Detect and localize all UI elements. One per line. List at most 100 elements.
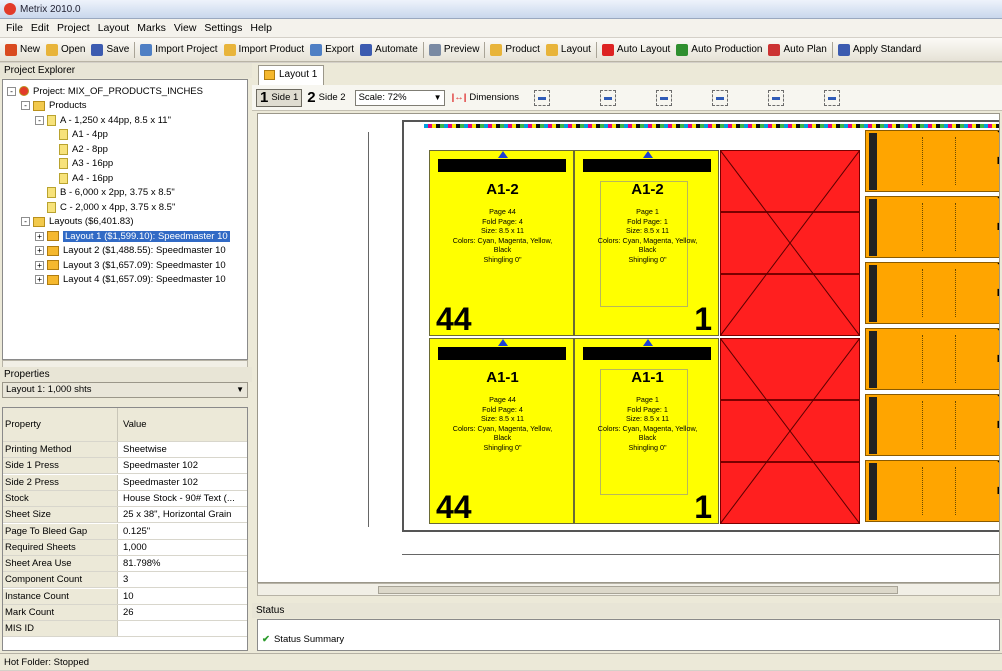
layout-button[interactable]: Layout — [543, 40, 594, 60]
expand-icon[interactable]: + — [35, 231, 44, 241]
page-imposition[interactable]: A1-2 Page 1 Fold Page: 1 Size: 8.5 x 11 C… — [574, 150, 719, 336]
menu-layout[interactable]: Layout — [94, 22, 134, 34]
property-row[interactable]: Sheet Size 25 x 38", Horizontal Grain — [3, 507, 247, 524]
tree-node[interactable]: - Layouts ($6,401.83) — [21, 215, 134, 229]
layout-canvas[interactable]: A1-2 Page 44 Fold Page: 4 Size: 8.5 x 11 … — [257, 113, 1000, 583]
menu-settings[interactable]: Settings — [200, 22, 246, 34]
properties-object-select[interactable]: Layout 1: 1,000 shts ▼ — [2, 382, 248, 398]
preview-button[interactable]: Preview — [426, 40, 483, 60]
auto-layout-button[interactable]: Auto Layout — [599, 40, 673, 60]
toolbar-separator — [595, 41, 597, 58]
auto-plan-button[interactable]: Auto Plan — [765, 40, 829, 60]
align-right-icon[interactable] — [824, 89, 841, 106]
dimensions-button[interactable]: |↔| Dimensions — [449, 89, 522, 107]
collapse-icon[interactable]: - — [21, 217, 30, 226]
tree-node[interactable]: + Layout 3 ($1,657.09): Speedmaster 10 — [35, 258, 226, 272]
property-row[interactable]: Component Count 3 — [3, 572, 247, 589]
toolbar-label: Open — [61, 44, 86, 55]
expand-icon[interactable]: + — [35, 275, 44, 284]
property-row[interactable]: Printing Method Sheetwise — [3, 442, 247, 458]
menu-view[interactable]: View — [170, 22, 201, 34]
side-2-number: 2 — [307, 89, 316, 106]
align-bottom-icon[interactable] — [656, 89, 673, 106]
page-front[interactable]: Front — [865, 394, 999, 456]
auto-production-button[interactable]: Auto Production — [673, 40, 765, 60]
import-product-button[interactable]: Import Product — [221, 40, 308, 60]
property-row[interactable]: Side 2 Press Speedmaster 102 — [3, 474, 247, 491]
import-project-button[interactable]: Import Project — [137, 40, 220, 60]
property-row[interactable]: Sheet Area Use 81.798% — [3, 556, 247, 573]
page-title: A1-2 — [631, 181, 664, 198]
align-center-icon[interactable] — [768, 89, 785, 106]
align-middle-icon[interactable] — [600, 89, 617, 106]
tree-node[interactable]: - Products — [21, 99, 87, 113]
page-imposition[interactable]: A1-1 Page 44 Fold Page: 4 Size: 8.5 x 11 … — [429, 338, 574, 524]
canvas-horizontal-scrollbar[interactable] — [257, 583, 1000, 596]
menu-help[interactable]: Help — [246, 22, 276, 34]
save-button[interactable]: Save — [88, 40, 132, 60]
property-row[interactable]: Stock House Stock - 90# Text (... — [3, 490, 247, 507]
side-1-button[interactable]: 1 Side 1 — [256, 88, 303, 107]
page-front[interactable]: Front — [865, 328, 999, 390]
tree-node[interactable]: A2 - 8pp — [59, 142, 108, 156]
page-front[interactable]: Front — [865, 262, 999, 324]
page-header-bar — [869, 463, 877, 520]
doc-icon — [47, 201, 56, 213]
collapse-icon[interactable]: - — [7, 86, 16, 96]
menu-file[interactable]: File — [2, 22, 27, 34]
property-name: Side 1 Press — [3, 458, 118, 474]
product-button[interactable]: Product — [487, 40, 542, 60]
page-front[interactable]: Front — [865, 460, 999, 522]
collapse-icon[interactable]: - — [35, 115, 44, 125]
open-button[interactable]: Open — [43, 40, 88, 60]
vertical-dimension-guide — [368, 132, 369, 527]
property-row[interactable]: Side 1 Press Speedmaster 102 — [3, 458, 247, 475]
page-front[interactable]: Front — [865, 130, 999, 192]
toolbar-separator — [134, 41, 136, 58]
tab-layout-1[interactable]: Layout 1 — [258, 65, 325, 85]
property-row[interactable]: Page To Bleed Gap 0.125" — [3, 523, 247, 540]
align-left-icon[interactable] — [712, 89, 729, 106]
property-row[interactable]: Required Sheets 1,000 — [3, 539, 247, 556]
toolbar-separator — [422, 41, 424, 58]
tree-node[interactable]: + Layout 2 ($1,488.55): Speedmaster 10 — [35, 244, 226, 258]
menu-edit[interactable]: Edit — [27, 22, 53, 34]
page-info — [922, 401, 956, 449]
property-row[interactable]: Mark Count 26 — [3, 605, 247, 621]
property-name: Instance Count — [3, 588, 118, 604]
export-button[interactable]: Export — [307, 40, 357, 60]
menu-marks[interactable]: Marks — [133, 22, 170, 34]
automate-button[interactable]: Automate — [357, 40, 421, 60]
apply-standard-button[interactable]: Apply Standard — [835, 40, 924, 60]
scrollbar-thumb[interactable] — [378, 586, 898, 594]
status-item[interactable]: ✔ Status Summary — [262, 634, 344, 645]
front-label: Front — [994, 196, 1000, 231]
tree-node[interactable]: A3 - 16pp — [59, 157, 113, 171]
page-imposition[interactable]: A1-2 Page 44 Fold Page: 4 Size: 8.5 x 11 … — [429, 150, 574, 336]
menu-project[interactable]: Project — [53, 22, 94, 34]
tree-node[interactable]: - A - 1,250 x 44pp, 8.5 x 11" — [35, 113, 171, 127]
page-info: Page 44 Fold Page: 4 Size: 8.5 x 11 Colo… — [452, 207, 553, 264]
page-imposition[interactable]: A1-1 Page 1 Fold Page: 1 Size: 8.5 x 11 C… — [574, 338, 719, 524]
tree-node[interactable]: B - 6,000 x 2pp, 3.75 x 8.5" — [47, 186, 175, 200]
tree-node[interactable]: + Layout 1 ($1,599.10): Speedmaster 10 — [35, 229, 230, 243]
press-sheet[interactable]: A1-2 Page 44 Fold Page: 4 Size: 8.5 x 11 … — [402, 120, 1000, 532]
tree-node[interactable]: C - 2,000 x 4pp, 3.75 x 8.5" — [47, 200, 175, 214]
property-value: 3 — [123, 574, 129, 586]
property-row[interactable]: MIS ID — [3, 621, 247, 638]
tree-node[interactable]: - Project: MIX_OF_PRODUCTS_INCHES — [7, 84, 203, 98]
property-row[interactable]: Instance Count 10 — [3, 588, 247, 605]
page-front[interactable]: Front — [865, 196, 1000, 258]
new-button[interactable]: New — [2, 40, 43, 60]
tree-node[interactable]: A1 - 4pp — [59, 128, 108, 142]
expand-icon[interactable]: + — [35, 260, 44, 270]
expand-icon[interactable]: + — [35, 246, 44, 255]
align-top-icon[interactable] — [534, 89, 551, 106]
project-tree[interactable]: - Project: MIX_OF_PRODUCTS_INCHES - Product… — [2, 79, 248, 360]
page-info: Page 1 Fold Page: 1 Size: 8.5 x 11 Color… — [597, 207, 698, 264]
scale-select[interactable]: Scale: 72% ▼ — [354, 89, 445, 106]
tree-node[interactable]: + Layout 4 ($1,657.09): Speedmaster 10 — [35, 273, 226, 287]
tree-node[interactable]: A4 - 16pp — [59, 171, 113, 185]
side-2-button[interactable]: 2 Side 2 — [304, 89, 348, 107]
collapse-icon[interactable]: - — [21, 101, 30, 110]
